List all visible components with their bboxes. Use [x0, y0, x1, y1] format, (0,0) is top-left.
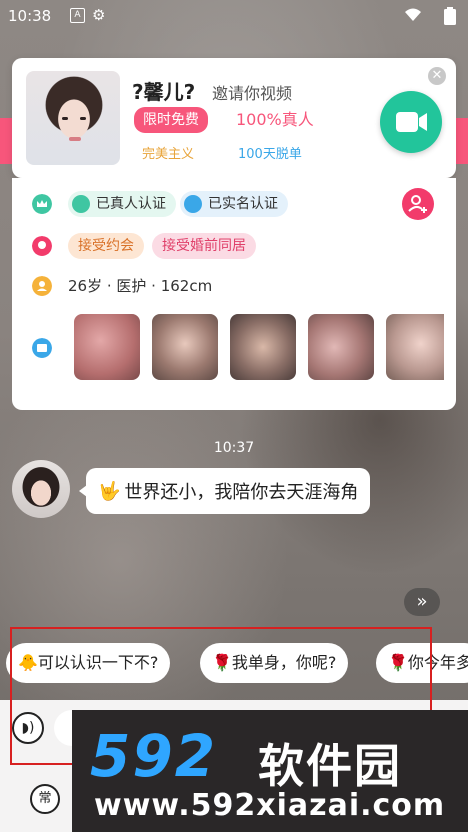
- follow-button[interactable]: [402, 188, 434, 220]
- watermark-logo: 592: [90, 722, 218, 790]
- basic-info: 26岁 · 医护 · 162cm: [68, 277, 213, 295]
- add-user-icon: [408, 195, 427, 213]
- crown-icon: [32, 194, 52, 214]
- album-icon: [32, 338, 52, 358]
- status-time: 10:38: [8, 7, 52, 25]
- accept-cohabitation-tag: 接受婚前同居: [152, 233, 256, 259]
- badge-label: 已实名认证: [208, 196, 278, 212]
- rose-icon: [32, 236, 52, 256]
- verified-icon: [72, 195, 90, 213]
- status-bar: 10:38 A ⚙: [0, 0, 468, 32]
- perfectionist-tag: 完美主义: [142, 147, 195, 162]
- invite-text: 邀请你视频: [212, 84, 293, 103]
- real-person-label: 100%真人: [236, 110, 314, 129]
- chat-message: 世界还小，我陪你去天涯海角: [124, 482, 359, 503]
- person-icon: [32, 276, 52, 296]
- watermark-name: 软件园: [258, 739, 402, 793]
- photo-lip: [69, 137, 81, 141]
- more-replies-button[interactable]: »: [404, 588, 440, 616]
- photo-eye: [80, 117, 86, 120]
- chat-bubble: 🤟 世界还小，我陪你去天涯海角: [78, 468, 371, 514]
- battery-icon: [444, 7, 456, 25]
- common-phrases-button[interactable]: 常: [30, 784, 60, 814]
- album-photo[interactable]: [230, 314, 296, 380]
- video-call-button[interactable]: [380, 91, 442, 153]
- photo-eye: [62, 117, 68, 120]
- profile-card: 已真人认证 已实名认证 接受约会 接受婚前同居 26岁 · 医护 · 162cm: [12, 178, 456, 410]
- badge-label: 已真人认证: [96, 196, 166, 212]
- video-invite-card[interactable]: ?馨儿? 邀请你视频 限时免费 100%真人 完美主义 100天脱单 ✕: [12, 58, 456, 178]
- close-icon[interactable]: ✕: [428, 67, 446, 85]
- album-photo[interactable]: [152, 314, 218, 380]
- limited-free-tag: 限时免费: [134, 107, 208, 133]
- album-photo[interactable]: [74, 314, 140, 380]
- watermark-url: www.592xiazai.com: [94, 788, 446, 823]
- inviter-photo: [26, 71, 120, 165]
- album-photo[interactable]: [386, 314, 444, 380]
- album-photo[interactable]: [308, 314, 374, 380]
- video-call-icon: [396, 112, 427, 132]
- id-icon: [184, 195, 202, 213]
- chat-timestamp: 10:37: [213, 440, 255, 456]
- accept-dating-tag: 接受约会: [68, 233, 144, 259]
- notification-a-icon: A: [70, 8, 85, 23]
- inviter-name: ?馨儿?: [132, 80, 196, 104]
- hand-emoji-icon: 🤟: [98, 480, 121, 502]
- avatar[interactable]: [12, 460, 70, 518]
- settings-icon: ⚙: [92, 6, 106, 24]
- real-name-verified-badge: 已实名认证: [180, 191, 288, 217]
- 100-days-tag: 100天脱单: [238, 147, 302, 162]
- real-person-verified-badge: 已真人认证: [68, 191, 176, 217]
- watermark: 592 软件园 www.592xiazai.com: [72, 710, 468, 832]
- wifi-icon: [405, 8, 421, 21]
